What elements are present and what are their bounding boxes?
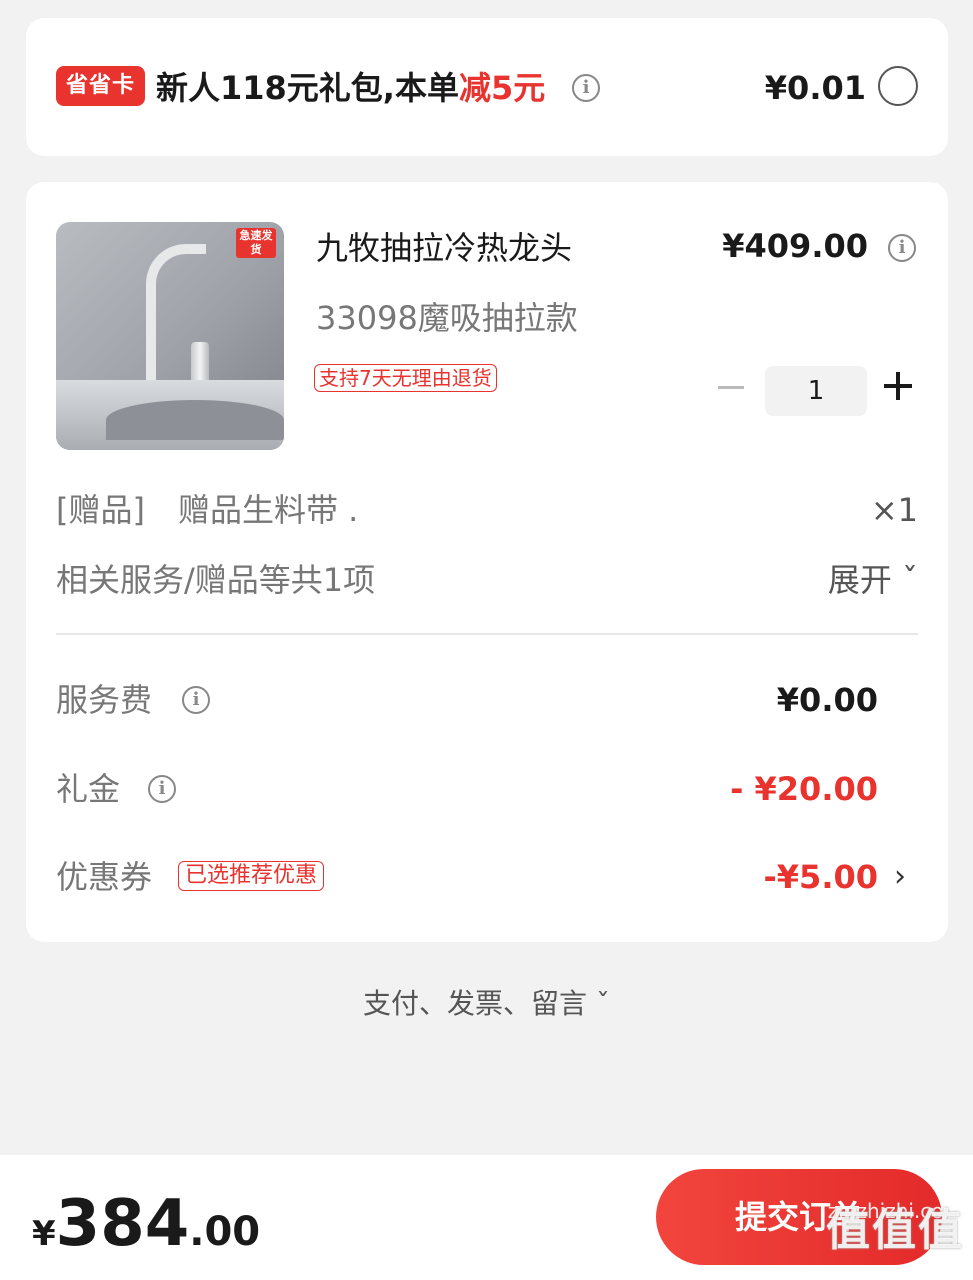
minus-icon[interactable]	[718, 386, 744, 389]
product-spec[interactable]: 33098魔吸抽拉款	[316, 296, 578, 340]
service-fee-label: 服务费	[56, 681, 153, 719]
product-image[interactable]: 急速发货	[56, 222, 284, 450]
quantity-field[interactable]: 1	[765, 366, 867, 416]
gift-money-row: 礼金 i - ¥20.00	[56, 765, 878, 813]
info-icon[interactable]: i	[148, 775, 176, 803]
promo-card: 省省卡 新人118元礼包,本单减5元 i ¥0.01	[26, 18, 948, 156]
info-icon[interactable]: i	[572, 74, 600, 102]
chevron-right-icon[interactable]: ›	[894, 853, 906, 901]
info-icon[interactable]: i	[182, 686, 210, 714]
promo-price: ¥0.01	[764, 69, 866, 107]
services-row[interactable]: 相关服务/赠品等共1项 展开 ˇ	[56, 558, 918, 602]
gift-row: [赠品] 赠品生料带 . ×1	[56, 488, 918, 532]
fast-shipping-tag: 急速发货	[236, 228, 276, 258]
order-total: ¥384.00	[32, 1189, 260, 1259]
service-fee-value: ¥0.00	[776, 681, 878, 719]
gift-count: ×1	[870, 491, 918, 529]
total-decimal: .00	[189, 1209, 261, 1255]
currency-symbol: ¥	[32, 1214, 56, 1254]
promo-text: 新人118元礼包,本单减5元	[156, 66, 545, 110]
coupon-label: 优惠券	[56, 858, 153, 896]
total-integer: 384	[55, 1187, 190, 1261]
watermark-logo: 值值值	[826, 1205, 964, 1256]
promo-text-prefix: 新人118元礼包,本单	[156, 69, 459, 107]
return-policy-tag: 支持7天无理由退货	[314, 364, 497, 392]
info-icon[interactable]: i	[888, 234, 916, 262]
product-title[interactable]: 九牧抽拉冷热龙头	[316, 226, 572, 270]
recommended-coupon-tag: 已选推荐优惠	[178, 861, 325, 891]
coupon-row[interactable]: 优惠券 已选推荐优惠 -¥5.00 ›	[56, 853, 906, 901]
gift-name: 赠品生料带 .	[178, 491, 359, 529]
radio-unchecked-icon[interactable]	[878, 66, 918, 106]
gift-money-label: 礼金	[56, 770, 121, 808]
service-fee-row: 服务费 i ¥0.00	[56, 676, 878, 724]
gift-tag: [赠品]	[56, 491, 145, 529]
coupon-value: -¥5.00	[763, 858, 879, 896]
gift-money-value: - ¥20.00	[730, 770, 878, 808]
divider	[56, 633, 918, 635]
promo-text-highlight: 减5元	[458, 69, 546, 107]
expand-button[interactable]: 展开 ˇ	[828, 558, 918, 602]
services-label: 相关服务/赠品等共1项	[56, 561, 376, 599]
sink-graphic	[56, 380, 284, 450]
plus-icon[interactable]	[884, 372, 912, 400]
payment-invoice-note-toggle[interactable]: 支付、发票、留言 ˇ	[0, 984, 973, 1024]
order-card: 急速发货 九牧抽拉冷热龙头 33098魔吸抽拉款 支持7天无理由退货 ¥409.…	[26, 182, 948, 942]
savings-card-badge: 省省卡	[56, 66, 146, 106]
product-price: ¥409.00	[722, 227, 868, 265]
